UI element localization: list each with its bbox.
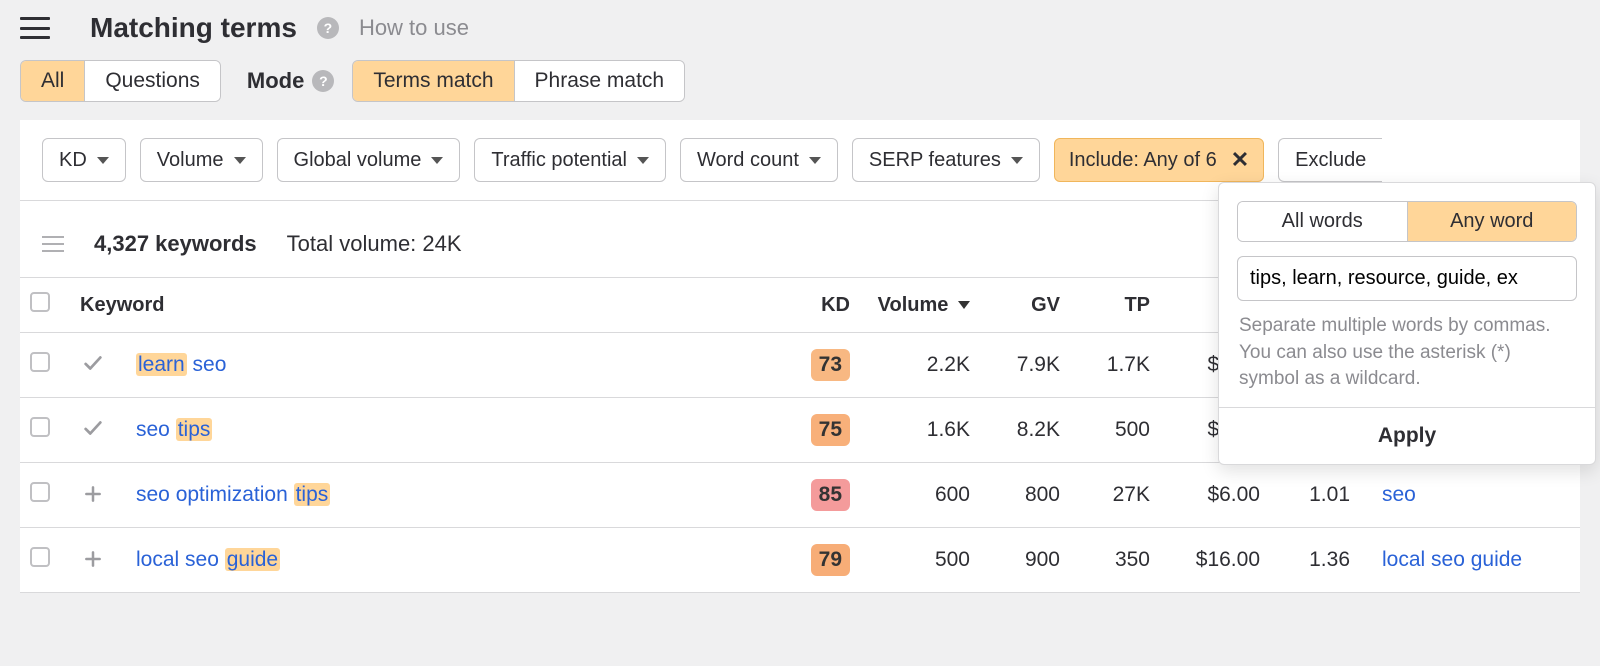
cell-cpc: $16.00 [1160, 528, 1270, 593]
table-row: seo optimization tips 85 60080027K$6.001.0… [20, 463, 1580, 528]
option-any-word[interactable]: Any word [1407, 202, 1577, 241]
word-match-toggle: All words Any word [1237, 201, 1577, 242]
close-icon[interactable]: ✕ [1231, 147, 1249, 173]
chevron-down-icon [234, 157, 246, 164]
cell-tp: 500 [1070, 398, 1160, 463]
parent-topic-link[interactable]: local seo guide [1382, 548, 1522, 571]
cell-tp: 350 [1070, 528, 1160, 593]
check-icon[interactable] [80, 350, 106, 376]
apply-button[interactable]: Apply [1219, 407, 1595, 464]
filter-kd[interactable]: KD [42, 138, 126, 182]
cell-gv: 800 [980, 463, 1070, 528]
col-volume[interactable]: Volume [860, 278, 980, 333]
top-bar: Matching terms ? How to use [0, 0, 1600, 52]
tab-phrase-match[interactable]: Phrase match [514, 61, 685, 101]
plus-icon[interactable] [80, 546, 106, 572]
keyword-link[interactable]: local seo guide [136, 548, 280, 571]
cell-volume: 1.6K [860, 398, 980, 463]
keyword-link[interactable]: learn seo [136, 353, 226, 376]
keyword-count: 4,327 keywords [94, 231, 257, 257]
kd-badge: 85 [811, 479, 850, 511]
filter-serp-features[interactable]: SERP features [852, 138, 1040, 182]
cell-cps: 1.36 [1270, 528, 1360, 593]
secondary-toolbar: All Questions Mode ? Terms match Phrase … [0, 52, 1600, 120]
cell-tp: 1.7K [1070, 333, 1160, 398]
select-all-checkbox[interactable] [30, 292, 50, 312]
include-help-text: Separate multiple words by commas. You c… [1239, 313, 1575, 393]
cell-cps: 1.01 [1270, 463, 1360, 528]
keyword-link[interactable]: seo optimization tips [136, 483, 330, 506]
check-icon[interactable] [80, 415, 106, 441]
help-icon[interactable]: ? [312, 70, 334, 92]
filter-exclude[interactable]: Exclude [1278, 138, 1382, 182]
how-to-use-link[interactable]: How to use [359, 15, 469, 41]
chevron-down-icon [637, 157, 649, 164]
keyword-type-toggle: All Questions [20, 60, 221, 102]
row-checkbox[interactable] [30, 352, 50, 372]
cell-volume: 2.2K [860, 333, 980, 398]
plus-icon[interactable] [80, 481, 106, 507]
filter-word-count[interactable]: Word count [680, 138, 838, 182]
tab-questions[interactable]: Questions [84, 61, 220, 101]
keyword-link[interactable]: seo tips [136, 418, 212, 441]
col-gv[interactable]: GV [980, 278, 1070, 333]
highlight: learn [136, 353, 187, 376]
col-keyword[interactable]: Keyword [70, 278, 790, 333]
mode-label: Mode ? [247, 68, 334, 94]
row-checkbox[interactable] [30, 547, 50, 567]
page-title: Matching terms [90, 12, 297, 44]
kd-badge: 75 [811, 414, 850, 446]
table-row: local seo guide 79 500900350$16.001.36 loca… [20, 528, 1580, 593]
highlight: tips [176, 418, 213, 441]
row-checkbox[interactable] [30, 482, 50, 502]
cell-gv: 900 [980, 528, 1070, 593]
tab-all[interactable]: All [21, 61, 84, 101]
include-terms-input[interactable] [1237, 256, 1577, 301]
cell-cpc: $6.00 [1160, 463, 1270, 528]
col-kd[interactable]: KD [790, 278, 860, 333]
cell-volume: 500 [860, 528, 980, 593]
chevron-down-icon [1011, 157, 1023, 164]
sort-desc-icon [958, 301, 970, 309]
filter-include-chip[interactable]: Include: Any of 6 ✕ [1054, 138, 1264, 182]
option-all-words[interactable]: All words [1238, 202, 1407, 241]
chevron-down-icon [431, 157, 443, 164]
results-panel: KD Volume Global volume Traffic potentia… [20, 120, 1580, 593]
help-icon[interactable]: ? [317, 17, 339, 39]
filter-volume[interactable]: Volume [140, 138, 263, 182]
cell-tp: 27K [1070, 463, 1160, 528]
mode-toggle: Terms match Phrase match [352, 60, 685, 102]
chevron-down-icon [97, 157, 109, 164]
cell-gv: 8.2K [980, 398, 1070, 463]
menu-icon[interactable] [20, 17, 50, 39]
parent-topic-link[interactable]: seo [1382, 483, 1416, 506]
row-checkbox[interactable] [30, 417, 50, 437]
col-tp[interactable]: TP [1070, 278, 1160, 333]
kd-badge: 79 [811, 544, 850, 576]
filter-traffic-potential[interactable]: Traffic potential [474, 138, 666, 182]
chevron-down-icon [809, 157, 821, 164]
kd-badge: 73 [811, 349, 850, 381]
cell-gv: 7.9K [980, 333, 1070, 398]
total-volume: Total volume: 24K [287, 231, 462, 257]
highlight: tips [294, 483, 331, 506]
tab-terms-match[interactable]: Terms match [353, 61, 513, 101]
include-popover: All words Any word Separate multiple wor… [1218, 182, 1596, 465]
highlight: guide [225, 548, 280, 571]
filter-global-volume[interactable]: Global volume [277, 138, 461, 182]
cell-volume: 600 [860, 463, 980, 528]
columns-icon[interactable] [42, 236, 64, 252]
